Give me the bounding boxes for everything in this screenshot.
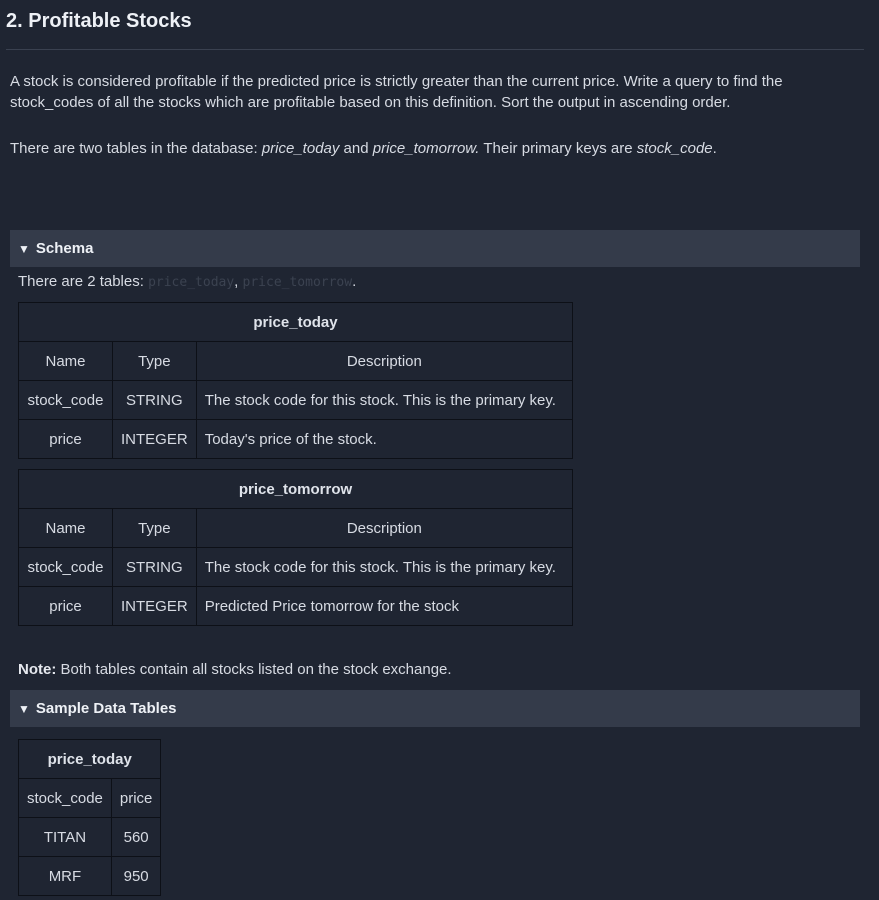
- table-name-price-tomorrow: price_tomorrow.: [372, 140, 480, 157]
- sample-data-section-label: Sample Data Tables: [35, 700, 177, 717]
- table-cell: Predicted Price tomorrow for the stock: [195, 586, 574, 626]
- table-row: MRF 950: [18, 856, 162, 896]
- problem-description: A stock is considered profitable if the …: [10, 73, 783, 111]
- schema-intro: There are 2 tables: price_today, price_t…: [18, 273, 357, 290]
- column-header: Description: [195, 341, 574, 381]
- table-cell: stock_code: [18, 547, 113, 587]
- table-cell: Today's price of the stock.: [195, 419, 574, 459]
- schema-section-label: Schema: [35, 240, 94, 257]
- column-header: Type: [112, 341, 197, 381]
- table-cell: price: [18, 586, 113, 626]
- table-row: price INTEGER Predicted Price tomorrow f…: [18, 586, 574, 626]
- table-cell: STRING: [112, 547, 197, 587]
- table-cell: price: [18, 419, 113, 459]
- sample-table-title: price_today: [17, 739, 162, 779]
- table-row: price INTEGER Today's price of the stock…: [18, 419, 574, 459]
- schema-note: Note: Both tables contain all stocks lis…: [18, 659, 452, 680]
- schema-table-price-tomorrow: price_tomorrow Name Type Description sto…: [18, 469, 574, 626]
- schema-section-toggle[interactable]: ▼ Schema: [10, 230, 860, 267]
- code-price-tomorrow: price_tomorrow: [242, 275, 353, 290]
- schema-table-title: price_tomorrow: [18, 469, 573, 509]
- table-cell: STRING: [112, 380, 197, 420]
- table-cell: stock_code: [18, 380, 113, 420]
- column-header: stock_code: [18, 778, 112, 818]
- triangle-down-icon: ▼: [18, 701, 30, 716]
- schema-table-title: price_today: [18, 302, 573, 342]
- schema-table-price-today: price_today Name Type Description stock_…: [18, 302, 574, 459]
- note-label: Note:: [18, 661, 57, 678]
- column-header: Description: [195, 508, 574, 548]
- table-cell: INTEGER: [112, 419, 197, 459]
- tables-description: There are two tables in the database: pr…: [10, 140, 717, 157]
- note-text: Both tables contain all stocks listed on…: [56, 661, 452, 678]
- table-cell: The stock code for this stock. This is t…: [195, 380, 574, 420]
- table-name-price-today: price_today: [261, 140, 340, 157]
- column-header: Name: [18, 508, 113, 548]
- code-price-today: price_today: [148, 275, 235, 290]
- page-title: 2. Profitable Stocks: [6, 10, 192, 32]
- column-header: Name: [18, 341, 113, 381]
- table-cell: MRF: [18, 856, 112, 896]
- sample-table-price-today: price_today stock_code price TITAN 560 M…: [17, 739, 162, 896]
- table-cell: INTEGER: [112, 586, 197, 626]
- triangle-down-icon: ▼: [18, 241, 30, 256]
- table-cell: 560: [110, 817, 162, 857]
- table-row: stock_code STRING The stock code for thi…: [18, 547, 574, 587]
- table-cell: TITAN: [18, 817, 112, 857]
- table-row: TITAN 560: [18, 817, 162, 857]
- column-header: Type: [112, 508, 197, 548]
- table-row: stock_code STRING The stock code for thi…: [18, 380, 574, 420]
- primary-key-name: stock_code: [636, 140, 713, 157]
- sample-data-section-toggle[interactable]: ▼ Sample Data Tables: [10, 690, 860, 727]
- title-divider: [6, 49, 864, 50]
- table-cell: The stock code for this stock. This is t…: [195, 547, 574, 587]
- column-header: price: [110, 778, 162, 818]
- table-cell: 950: [110, 856, 162, 896]
